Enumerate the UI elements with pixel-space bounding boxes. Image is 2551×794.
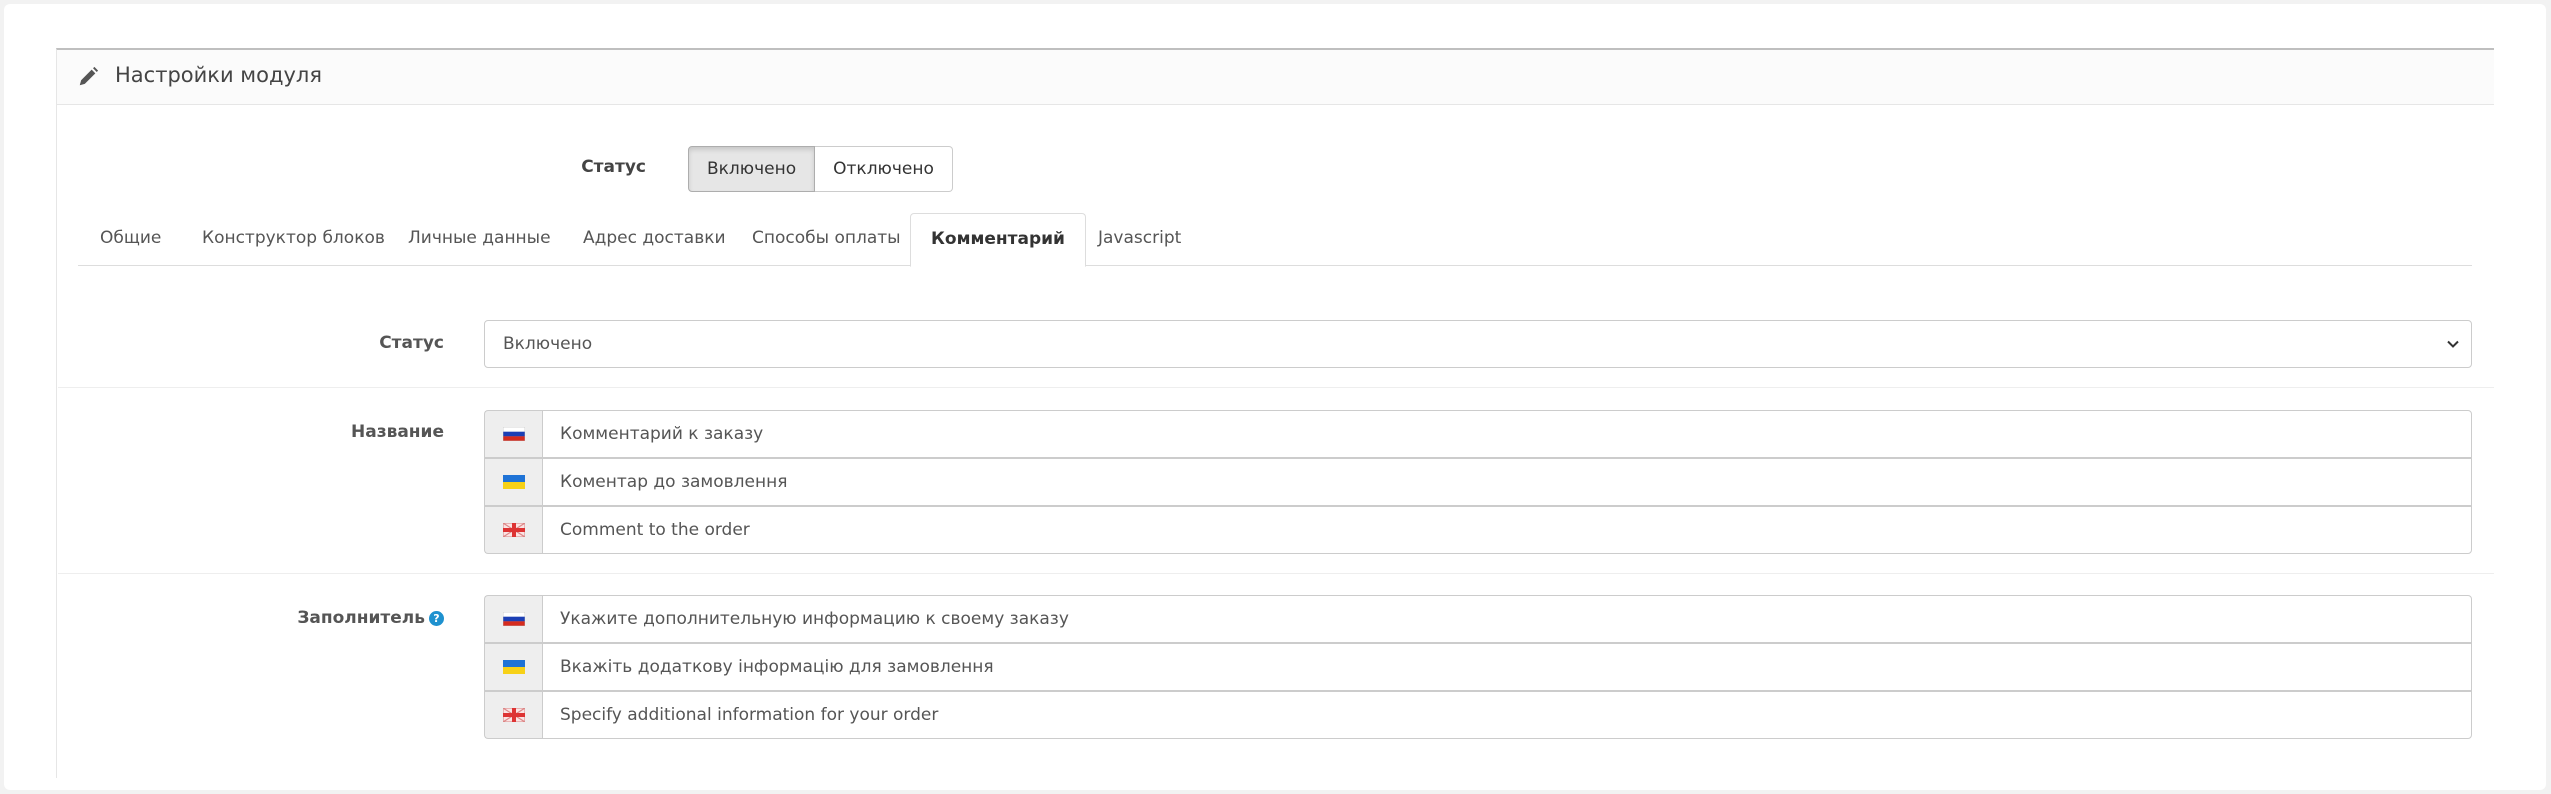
name-ua-group: Коментар до замовлення	[484, 458, 2472, 506]
comment-status-label: Статус	[379, 333, 444, 353]
tab-block-constructor[interactable]: Конструктор блоков	[202, 213, 385, 266]
placeholder-ru-group: Укажите дополнительную информацию к свое…	[484, 595, 2472, 643]
tab-personal-data[interactable]: Личные данные	[408, 213, 551, 266]
panel-heading: Настройки модуля	[57, 50, 2494, 105]
row-divider	[58, 573, 2494, 574]
ukraine-flag-icon	[502, 660, 525, 674]
placeholder-label-text: Заполнитель	[297, 608, 425, 628]
name-en-group: Comment to the order	[484, 506, 2472, 554]
placeholder-en-input[interactable]: Specify additional information for your …	[542, 691, 2472, 739]
uk-flag-icon	[502, 708, 525, 722]
placeholder-ua-input[interactable]: Вкажіть додаткову інформацію для замовле…	[542, 643, 2472, 691]
flag-addon	[484, 691, 542, 739]
name-en-input[interactable]: Comment to the order	[542, 506, 2472, 554]
tab-delivery-address[interactable]: Адрес доставки	[583, 213, 726, 266]
comment-name-label: Название	[351, 422, 444, 442]
comment-status-value: Включено	[503, 334, 593, 354]
tab-general[interactable]: Общие	[100, 213, 161, 266]
name-ru-input[interactable]: Комментарий к заказу	[542, 410, 2472, 458]
flag-addon	[484, 595, 542, 643]
flag-addon	[484, 458, 542, 506]
module-status-label: Статус	[581, 157, 646, 177]
row-divider	[58, 387, 2494, 388]
placeholder-ru-input[interactable]: Укажите дополнительную информацию к свое…	[542, 595, 2472, 643]
flag-addon	[484, 643, 542, 691]
name-ua-input[interactable]: Коментар до замовлення	[542, 458, 2472, 506]
status-off-button[interactable]: Отключено	[815, 146, 953, 192]
tab-javascript[interactable]: Javascript	[1098, 213, 1181, 266]
uk-flag-icon	[502, 523, 525, 537]
name-ru-group: Комментарий к заказу	[484, 410, 2472, 458]
module-status-toggle: Включено Отключено	[688, 146, 953, 192]
settings-tabs: Общие Конструктор блоков Личные данные А…	[78, 213, 2472, 267]
tab-comment[interactable]: Комментарий	[910, 213, 1086, 267]
flag-addon	[484, 506, 542, 554]
chevron-down-icon	[2447, 340, 2459, 348]
panel-title: Настройки модуля	[115, 63, 322, 87]
help-icon[interactable]: ?	[429, 611, 444, 626]
status-on-button[interactable]: Включено	[688, 146, 816, 192]
placeholder-ua-group: Вкажіть додаткову інформацію для замовле…	[484, 643, 2472, 691]
comment-placeholder-label: Заполнитель?	[244, 608, 444, 628]
flag-addon	[484, 410, 542, 458]
pencil-icon	[79, 66, 99, 86]
ukraine-flag-icon	[502, 475, 525, 489]
placeholder-en-group: Specify additional information for your …	[484, 691, 2472, 739]
tab-payment-methods[interactable]: Способы оплаты	[752, 213, 901, 266]
russia-flag-icon	[502, 612, 525, 626]
comment-status-select[interactable]: Включено	[484, 320, 2472, 368]
russia-flag-icon	[502, 427, 525, 441]
